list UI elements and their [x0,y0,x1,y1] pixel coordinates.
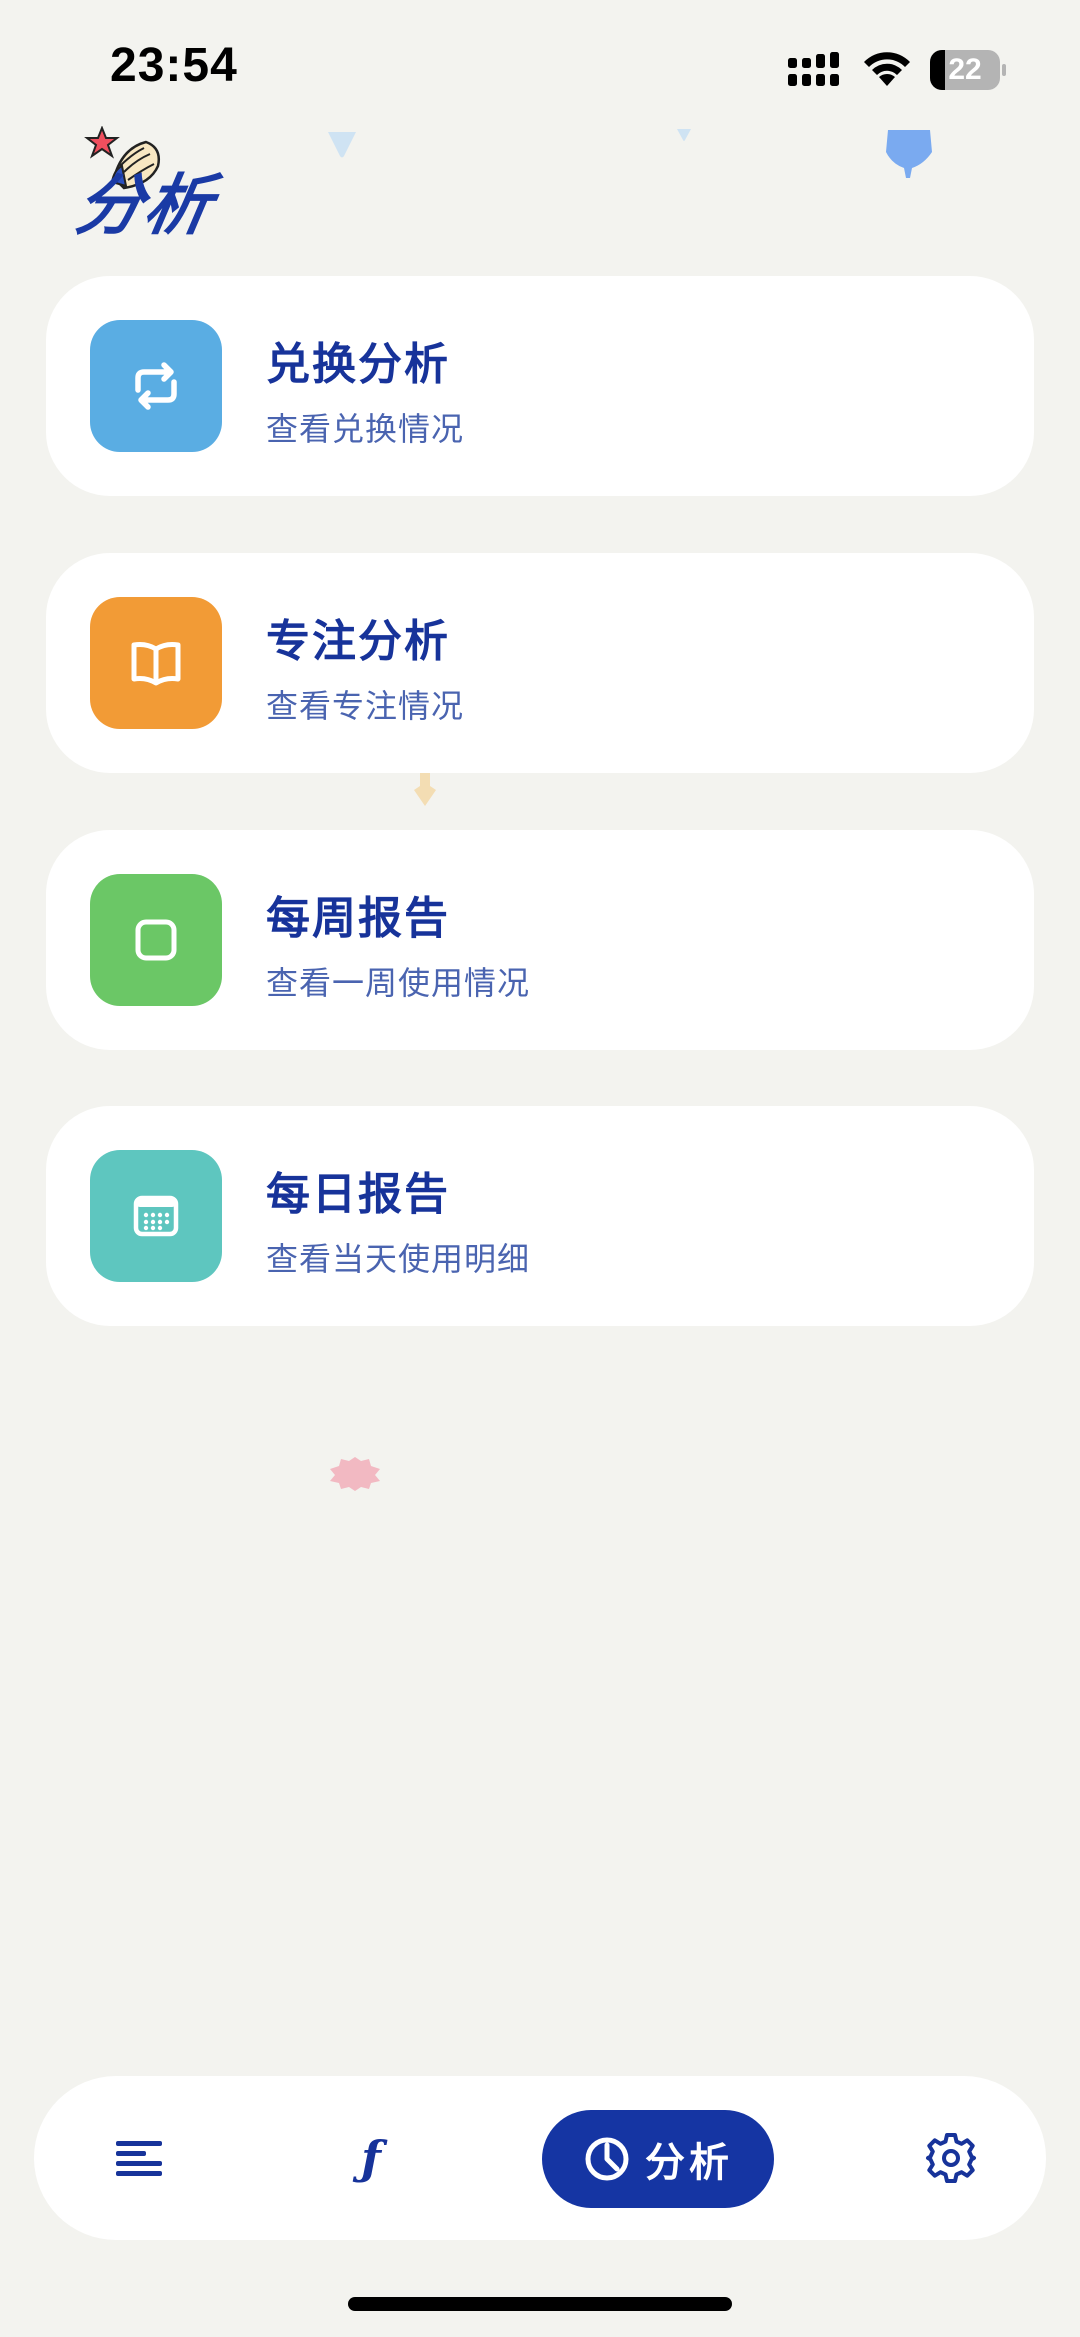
battery-icon: 22 [930,50,1006,90]
exchange-analysis-card[interactable]: 兑换分析 查看兑换情况 [46,276,1034,496]
status-bar: 23:54 22 [0,0,1080,120]
battery-level: 22 [948,53,982,86]
decor-shape-icon [330,1457,380,1491]
list-icon [116,2141,162,2176]
card-subtitle: 查看当天使用明细 [266,1240,531,1278]
card-subtitle: 查看专注情况 [266,687,465,725]
page-header: 分析 [70,126,258,244]
card-title: 每日报告 [266,1169,450,1220]
card-title: 每周报告 [266,893,450,944]
exchange-icon [135,362,177,410]
tab-analysis[interactable]: 分析 [542,2110,774,2208]
card-subtitle: 查看兑换情况 [266,410,465,448]
status-time: 23:54 [110,39,238,92]
wifi-icon [864,52,910,86]
square-icon [135,919,177,961]
weekly-report-card[interactable]: 每周报告 查看一周使用情况 [46,830,1034,1050]
book-icon-tile [90,597,222,729]
decor-shape-icon [328,132,356,158]
card-title: 兑换分析 [266,339,450,390]
tab-list[interactable] [74,2076,204,2240]
pie-chart-icon [585,2137,629,2181]
cellular-signal-icon [788,52,839,86]
card-subtitle: 查看一周使用情况 [266,964,531,1002]
bottom-tab-bar: ƒ 分析 [34,2076,1046,2240]
page-title: 分析 [70,167,220,244]
exchange-icon-tile [90,320,222,452]
card-title: 专注分析 [266,616,450,667]
decor-shape-icon [414,772,436,806]
home-indicator[interactable] [348,2297,732,2311]
book-icon [131,642,181,686]
tab-analysis-label: 分析 [645,2140,733,2186]
function-icon: ƒ [361,2131,381,2185]
tab-settings[interactable] [886,2076,1016,2240]
gear-icon [926,2133,976,2183]
tab-function[interactable]: ƒ [306,2076,436,2240]
focus-analysis-card[interactable]: 专注分析 查看专注情况 [46,553,1034,773]
square-icon-tile [90,874,222,1006]
decor-shape-icon [677,129,691,141]
calendar-icon [133,1195,179,1237]
decor-shape-icon [886,130,932,178]
calendar-icon-tile [90,1150,222,1282]
daily-report-card[interactable]: 每日报告 查看当天使用明细 [46,1106,1034,1326]
